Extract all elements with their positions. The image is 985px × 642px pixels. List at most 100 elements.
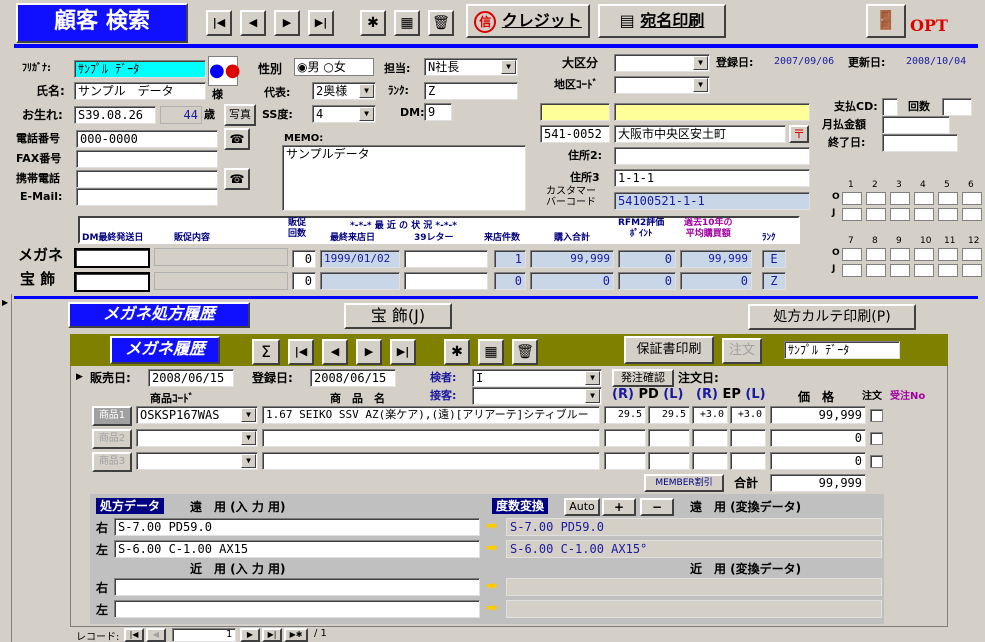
jewelry-39letter[interactable]: [404, 272, 488, 290]
item-name-3[interactable]: [262, 452, 600, 470]
item-code-2[interactable]: ▼: [136, 429, 258, 447]
new-record-icon[interactable]: ✱: [360, 10, 386, 36]
mobile-field[interactable]: [76, 170, 218, 188]
count-field[interactable]: [942, 98, 972, 116]
month-cell-o-2-1[interactable]: [866, 248, 886, 261]
sub-last-button[interactable]: ▶|: [390, 339, 416, 365]
record-current[interactable]: 1: [172, 628, 236, 642]
item-price-3[interactable]: 0: [770, 452, 866, 470]
warranty-print-button[interactable]: 保証書印刷: [624, 336, 714, 364]
item-order-checkbox-2[interactable]: [870, 432, 883, 445]
month-cell-j-1-0[interactable]: [842, 208, 862, 221]
item-ep-r-1[interactable]: +3.0: [692, 406, 728, 424]
photo-button[interactable]: 写真: [224, 104, 256, 126]
jewelry-button[interactable]: 宝 飾(J): [344, 303, 452, 329]
month-cell-o-1-0[interactable]: [842, 192, 862, 205]
item-pd-r-3[interactable]: [604, 452, 646, 470]
sub-first-button[interactable]: |◀: [288, 339, 314, 365]
rec-first-button[interactable]: |◀: [124, 628, 144, 642]
prev-record-button[interactable]: ◀: [240, 10, 266, 36]
near-left-field[interactable]: [114, 600, 480, 618]
customer-icon[interactable]: ●●: [208, 56, 240, 86]
month-cell-o-2-2[interactable]: [890, 248, 910, 261]
rec-prev-button[interactable]: ◀: [146, 628, 166, 642]
month-cell-j-1-5[interactable]: [962, 208, 982, 221]
last-record-button[interactable]: ▶|: [308, 10, 334, 36]
addr3-field[interactable]: 1-1-1: [614, 169, 810, 187]
month-cell-o-1-2[interactable]: [890, 192, 910, 205]
credit-button[interactable]: 信 クレジット: [466, 4, 590, 38]
exit-button[interactable]: 🚪: [866, 4, 906, 38]
order-button[interactable]: 注文: [722, 338, 762, 364]
month-cell-j-1-4[interactable]: [938, 208, 958, 221]
rec-next-button[interactable]: ▶: [240, 628, 260, 642]
month-cell-j-2-0[interactable]: [842, 264, 862, 277]
first-record-button[interactable]: |◀: [206, 10, 232, 36]
item-order-checkbox-1[interactable]: [870, 409, 883, 422]
record-selector[interactable]: ▶: [0, 294, 12, 642]
order-confirm-button[interactable]: 発注確認: [612, 369, 674, 387]
item-ep-l-1[interactable]: +3.0: [730, 406, 766, 424]
monthly-field[interactable]: [882, 116, 950, 134]
month-cell-o-1-5[interactable]: [962, 192, 982, 205]
month-cell-o-1-1[interactable]: [866, 192, 886, 205]
phone-field[interactable]: 000-0000: [76, 130, 218, 148]
major-select[interactable]: ▼: [614, 54, 710, 72]
chevron-down-icon[interactable]: ▼: [585, 371, 600, 385]
sub-trash-icon[interactable]: 🗑: [512, 339, 538, 365]
trash-icon[interactable]: 🗑: [428, 10, 454, 36]
chevron-down-icon[interactable]: ▼: [693, 78, 708, 92]
item-pd-r-1[interactable]: 29.5: [604, 406, 646, 424]
jewelry-count[interactable]: 0: [292, 272, 316, 290]
yellow-field-2[interactable]: [614, 103, 810, 121]
rep-select[interactable]: 2奥様 ▼: [312, 82, 376, 100]
mobile-phone-icon[interactable]: ☎: [224, 168, 250, 190]
chevron-down-icon[interactable]: ▼: [241, 431, 256, 445]
sum-button[interactable]: Σ: [252, 339, 280, 365]
sub-new-icon[interactable]: ✱: [444, 339, 470, 365]
chevron-down-icon[interactable]: ▼: [585, 389, 600, 403]
addr1-field[interactable]: 大阪市中央区安土町: [614, 125, 786, 143]
item-ep-r-3[interactable]: [692, 452, 728, 470]
month-cell-o-1-4[interactable]: [938, 192, 958, 205]
zip-lookup-button[interactable]: 〒: [789, 125, 809, 143]
item-order-checkbox-3[interactable]: [870, 455, 883, 468]
glasses-count[interactable]: 0: [292, 250, 316, 268]
rec-last-button[interactable]: ▶|: [262, 628, 282, 642]
month-cell-j-2-3[interactable]: [914, 264, 934, 277]
near-right-field[interactable]: [114, 578, 480, 596]
chevron-down-icon[interactable]: ▼: [359, 107, 374, 121]
month-cell-o-2-0[interactable]: [842, 248, 862, 261]
far-right-field[interactable]: S-7.00 PD59.0: [114, 518, 480, 536]
item-pd-l-1[interactable]: 29.5: [648, 406, 690, 424]
chevron-down-icon[interactable]: ▼: [359, 84, 374, 98]
minus-button[interactable]: −: [640, 498, 674, 516]
item-ep-l-2[interactable]: [730, 429, 766, 447]
month-cell-o-2-5[interactable]: [962, 248, 982, 261]
member-discount-button[interactable]: MEMBER割引: [644, 474, 724, 492]
dm-field[interactable]: 9: [424, 103, 452, 121]
row-selector-icon[interactable]: ▶: [76, 372, 83, 382]
jewelry-dm-date[interactable]: [74, 272, 150, 292]
pay-cd-field[interactable]: [882, 98, 898, 116]
item-ep-r-2[interactable]: [692, 429, 728, 447]
item-pd-l-2[interactable]: [648, 429, 690, 447]
calendar-icon[interactable]: ▦: [394, 10, 420, 36]
birth-field[interactable]: S39.08.26: [74, 106, 156, 124]
sale-date-field[interactable]: 2008/06/15: [148, 369, 234, 387]
inspector-select[interactable]: I ▼: [472, 369, 602, 387]
name-field[interactable]: サンプル データ: [74, 82, 206, 100]
karte-print-button[interactable]: 処方カルテ印刷(P): [748, 304, 916, 330]
sub-calendar-icon[interactable]: ▦: [478, 339, 504, 365]
month-cell-o-1-3[interactable]: [914, 192, 934, 205]
end-field[interactable]: [882, 134, 958, 152]
area-select[interactable]: ▼: [614, 76, 710, 94]
item-name-1[interactable]: 1.67 SEIKO SSV AZ(楽ケア),(遠)[アリアーテ]シティブルー: [262, 406, 600, 424]
ss-select[interactable]: 4 ▼: [312, 105, 376, 123]
month-cell-j-2-1[interactable]: [866, 264, 886, 277]
gender-female-radio[interactable]: ○: [323, 60, 333, 74]
item-pd-r-2[interactable]: [604, 429, 646, 447]
chevron-down-icon[interactable]: ▼: [693, 56, 708, 70]
staff-select[interactable]: N社長 ▼: [424, 58, 518, 76]
item-pd-l-3[interactable]: [648, 452, 690, 470]
